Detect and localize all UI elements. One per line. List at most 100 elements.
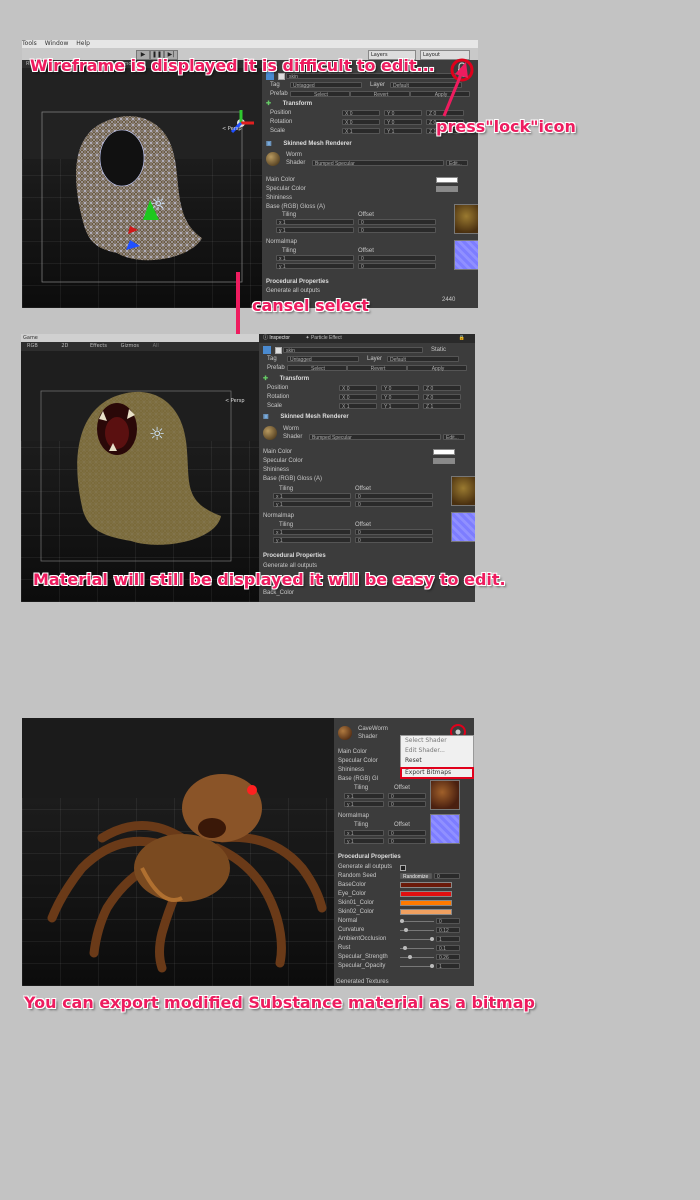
menu-export-bitmaps[interactable]: Export Bitmaps — [400, 767, 474, 779]
slider-value-field[interactable]: 0.12 — [436, 927, 460, 934]
tiling-x-6[interactable]: x 1 — [344, 830, 384, 837]
slider-track[interactable] — [400, 957, 434, 958]
offset-y-1[interactable]: 0 — [358, 227, 436, 234]
shader-edit-button[interactable]: Edit... — [446, 160, 468, 167]
offset-x-6[interactable]: 0 — [388, 830, 426, 837]
generate-checkbox[interactable] — [400, 865, 406, 871]
offset-x-1[interactable]: 0 — [358, 219, 436, 226]
menu-tools[interactable]: Tools — [22, 40, 37, 47]
game-view[interactable]: Game RGB 2D Effects Gizmos All ☼ < Persp — [21, 334, 259, 602]
random-seed-field[interactable]: 0 — [434, 873, 460, 880]
scale-x-2[interactable]: X 1 — [339, 403, 377, 410]
offset-y-2[interactable]: 0 — [358, 263, 436, 270]
color-param-swatch[interactable] — [400, 900, 452, 906]
rotation-x[interactable]: X 0 — [342, 119, 380, 126]
prefab-select-button-2[interactable]: Select — [287, 365, 347, 372]
2d-toggle-2[interactable]: 2D — [61, 343, 68, 349]
position-x[interactable]: X 0 — [342, 110, 380, 117]
slider-track[interactable] — [400, 966, 434, 967]
rotation-x-2[interactable]: X 0 — [339, 394, 377, 401]
scale-z-2[interactable]: Z 1 — [423, 403, 461, 410]
tiling-y-1[interactable]: y 1 — [276, 227, 354, 234]
menu-window[interactable]: Window — [45, 40, 69, 47]
color-param-swatch[interactable] — [400, 882, 452, 888]
scale-y[interactable]: Y 1 — [384, 128, 422, 135]
lock-icon[interactable]: 🔒 — [459, 334, 465, 343]
layer-dropdown-2[interactable]: Default — [387, 356, 459, 363]
shader-dropdown[interactable]: Bumped Specular — [312, 160, 444, 167]
shader-edit-button-2[interactable]: Edit... — [443, 434, 465, 441]
scale-x[interactable]: X 1 — [342, 128, 380, 135]
shader-dropdown-2[interactable]: Bumped Specular — [309, 434, 441, 441]
rotation-y[interactable]: Y 0 — [384, 119, 422, 126]
search-all-2[interactable]: All — [153, 343, 159, 349]
prefab-revert-button[interactable]: Revert — [350, 91, 410, 98]
position-z-2[interactable]: Z 0 — [423, 385, 461, 392]
tab-inspector[interactable]: ⓘ Inspector — [263, 335, 290, 341]
scene-view[interactable]: RGB 2D Effects Gizmos ☼ < Persp — [22, 60, 262, 308]
randomize-button[interactable]: Randomize — [400, 873, 432, 880]
offset-y-5[interactable]: 0 — [388, 801, 426, 808]
prefab-select-button[interactable]: Select — [290, 91, 350, 98]
rotation-z-2[interactable]: Z 0 — [423, 394, 461, 401]
position-y-2[interactable]: Y 0 — [381, 385, 419, 392]
spec-color-swatch[interactable] — [436, 186, 458, 192]
color-param-swatch[interactable] — [400, 891, 452, 897]
static-toggle-2[interactable]: Static — [431, 346, 446, 354]
offset-x-2[interactable]: 0 — [358, 255, 436, 262]
spec-color-swatch-2[interactable] — [433, 458, 455, 464]
offset-x-5[interactable]: 0 — [388, 793, 426, 800]
slider-value-field[interactable]: 0.26 — [436, 954, 460, 961]
menu-reset[interactable]: Reset — [401, 756, 473, 766]
rotation-y-2[interactable]: Y 0 — [381, 394, 419, 401]
offset-x-4[interactable]: 0 — [355, 529, 433, 536]
active-checkbox-2[interactable] — [275, 347, 282, 354]
tiling-y-4[interactable]: y 1 — [273, 537, 351, 544]
skinned-mesh-header-2[interactable]: ▣ Skinned Mesh Renderer — [263, 413, 471, 421]
menu-help[interactable]: Help — [76, 40, 90, 47]
generated-textures-row[interactable]: Generated Textures — [336, 978, 470, 986]
persp-label[interactable]: < Persp — [222, 126, 242, 132]
position-x-2[interactable]: X 0 — [339, 385, 377, 392]
tiling-x-2[interactable]: x 1 — [276, 255, 354, 262]
position-y[interactable]: Y 0 — [384, 110, 422, 117]
tag-dropdown-2[interactable]: Untagged — [287, 356, 359, 363]
tiling-x-1[interactable]: x 1 — [276, 219, 354, 226]
tag-dropdown[interactable]: Untagged — [290, 82, 362, 89]
offset-y-6[interactable]: 0 — [388, 838, 426, 845]
main-color-swatch-2[interactable] — [433, 449, 455, 455]
offset-y-4[interactable]: 0 — [355, 537, 433, 544]
prefab-revert-button-2[interactable]: Revert — [347, 365, 407, 372]
slider-thumb[interactable] — [400, 919, 404, 923]
slider-track[interactable] — [400, 939, 434, 940]
slider-value-field[interactable]: 0 — [436, 918, 460, 925]
tiling-x-3[interactable]: x 1 — [273, 493, 351, 500]
tab-particle-effect[interactable]: ✦ Particle Effect — [305, 335, 341, 341]
prefab-apply-button-2[interactable]: Apply — [407, 365, 467, 372]
offset-y-3[interactable]: 0 — [355, 501, 433, 508]
scale-y-2[interactable]: Y 1 — [381, 403, 419, 410]
tiling-x-4[interactable]: x 1 — [273, 529, 351, 536]
slider-thumb[interactable] — [430, 937, 434, 941]
slider-value-field[interactable]: 0.1 — [436, 945, 460, 952]
tiling-y-3[interactable]: y 1 — [273, 501, 351, 508]
tiling-y-2[interactable]: y 1 — [276, 263, 354, 270]
transform-header-2[interactable]: ✚ Transform — [263, 375, 471, 383]
skinned-mesh-header[interactable]: ▣ Skinned Mesh Renderer — [266, 140, 474, 148]
color-param-swatch[interactable] — [400, 909, 452, 915]
offset-x-3[interactable]: 0 — [355, 493, 433, 500]
menu-select-shader[interactable]: Select Shader — [401, 736, 473, 746]
slider-thumb[interactable] — [403, 946, 407, 950]
render-mode-2[interactable]: RGB — [27, 343, 38, 349]
slider-value-field[interactable]: 1 — [436, 963, 460, 970]
main-color-swatch[interactable] — [436, 177, 458, 183]
slider-thumb[interactable] — [403, 928, 408, 932]
tiling-y-5[interactable]: y 1 — [344, 801, 384, 808]
slider-track[interactable] — [400, 921, 434, 922]
persp-label-2[interactable]: < Persp — [225, 398, 245, 404]
slider-thumb[interactable] — [407, 955, 412, 959]
gizmos-dropdown-2[interactable]: Gizmos — [121, 343, 139, 349]
tiling-x-5[interactable]: x 1 — [344, 793, 384, 800]
slider-thumb[interactable] — [430, 964, 434, 968]
game-tab[interactable]: Game — [23, 335, 38, 341]
